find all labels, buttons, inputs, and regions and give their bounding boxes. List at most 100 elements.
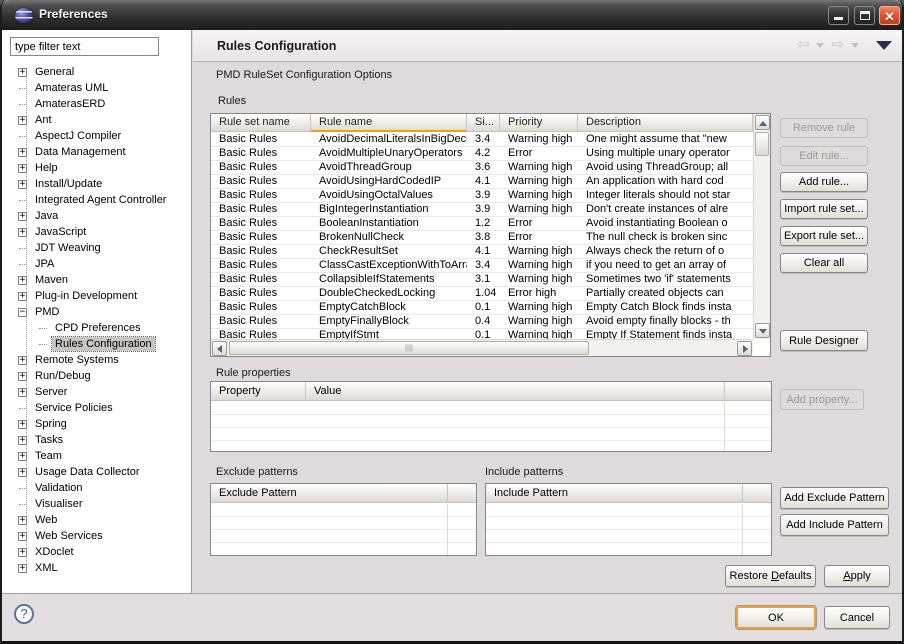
tree-item-aspectj-compiler[interactable]: AspectJ Compiler <box>6 128 188 144</box>
scroll-left-button[interactable] <box>212 341 227 356</box>
filter-input[interactable] <box>10 37 159 56</box>
tree-item-amateraserd[interactable]: AmaterasERD <box>6 96 188 112</box>
expand-icon[interactable]: + <box>18 356 27 365</box>
column-header-si-[interactable]: Si... <box>467 114 500 132</box>
expand-icon[interactable]: + <box>18 68 27 77</box>
rules-table[interactable]: Rule set nameRule nameSi...PriorityDescr… <box>210 113 771 357</box>
expand-icon[interactable]: + <box>18 468 27 477</box>
rule-row[interactable]: Basic RulesEmptyCatchBlock0.1Warning hig… <box>211 301 753 315</box>
tree-item-web-services[interactable]: +Web Services <box>6 528 188 544</box>
rule-properties-header[interactable]: Property Value <box>211 382 771 401</box>
tree-item-ant[interactable]: +Ant <box>6 112 188 128</box>
remove-rule-button[interactable]: Remove rule <box>780 118 868 138</box>
expand-icon[interactable]: + <box>18 228 27 237</box>
collapse-icon[interactable]: − <box>18 308 27 317</box>
back-dropdown-icon[interactable] <box>816 43 824 48</box>
tree-item-xdoclet[interactable]: +XDoclet <box>6 544 188 560</box>
include-patterns-header[interactable]: Include Pattern <box>486 484 771 503</box>
exclude-extra-column-header[interactable] <box>448 484 476 502</box>
tree-item-service-policies[interactable]: Service Policies <box>6 400 188 416</box>
tree-item-general[interactable]: +General <box>6 64 188 80</box>
rule-row[interactable]: Basic RulesEmptyFinallyBlock0.4Warning h… <box>211 315 753 329</box>
rule-row[interactable]: Basic RulesBigIntegerInstantiation3.9War… <box>211 203 753 217</box>
add-exclude-pattern-button[interactable]: Add Exclude Pattern <box>780 487 889 509</box>
column-header-rule-set-name[interactable]: Rule set name <box>211 114 311 132</box>
expand-icon[interactable]: + <box>18 532 27 541</box>
import-rule-set--button[interactable]: Import rule set... <box>780 199 868 219</box>
rule-row[interactable]: Basic RulesClassCastExceptionWithToArray… <box>211 259 753 273</box>
vertical-scroll-thumb[interactable] <box>755 132 769 156</box>
include-pattern-column-header[interactable]: Include Pattern <box>486 484 743 502</box>
expand-icon[interactable]: + <box>18 452 27 461</box>
add-include-pattern-button[interactable]: Add Include Pattern <box>780 514 889 536</box>
rule-row[interactable]: Basic RulesBrokenNullCheck3.8ErrorThe nu… <box>211 231 753 245</box>
rule-row[interactable]: Basic RulesAvoidDecimalLiteralsInBigDeci… <box>211 133 753 147</box>
horizontal-scroll-thumb[interactable] <box>229 341 589 355</box>
property-column-header[interactable]: Property <box>211 382 306 400</box>
tree-item-visualiser[interactable]: Visualiser <box>6 496 188 512</box>
rule-row[interactable]: Basic RulesCollapsibleIfStatements3.1War… <box>211 273 753 287</box>
extra-column-header[interactable] <box>725 382 771 400</box>
column-header-priority[interactable]: Priority <box>500 114 578 132</box>
tree-item-help[interactable]: +Help <box>6 160 188 176</box>
expand-icon[interactable]: + <box>18 372 27 381</box>
tree-item-cpd-preferences[interactable]: CPD Preferences <box>6 320 188 336</box>
exclude-patterns-header[interactable]: Exclude Pattern <box>211 484 476 503</box>
rule-row[interactable]: Basic RulesEmptyIfStmt0.1Warning highEmp… <box>211 329 753 339</box>
view-menu-icon[interactable] <box>876 41 892 50</box>
exclude-pattern-column-header[interactable]: Exclude Pattern <box>211 484 448 502</box>
expand-icon[interactable]: + <box>18 292 27 301</box>
ok-button[interactable]: OK <box>736 606 816 629</box>
scroll-up-button[interactable] <box>755 115 770 130</box>
expand-icon[interactable]: + <box>18 148 27 157</box>
tree-item-install-update[interactable]: +Install/Update <box>6 176 188 192</box>
tree-item-java[interactable]: +Java <box>6 208 188 224</box>
cancel-button[interactable]: Cancel <box>824 606 890 629</box>
rules-table-header[interactable]: Rule set nameRule nameSi...PriorityDescr… <box>211 114 753 132</box>
title-bar[interactable]: Preferences ✕ <box>2 0 902 30</box>
tree-item-validation[interactable]: Validation <box>6 480 188 496</box>
include-patterns-table[interactable]: Include Pattern <box>485 483 772 556</box>
add-property-button[interactable]: Add property... <box>780 389 864 410</box>
forward-dropdown-icon[interactable] <box>851 43 859 48</box>
expand-icon[interactable]: + <box>18 276 27 285</box>
column-header-description[interactable]: Description <box>578 114 753 132</box>
tree-item-tasks[interactable]: +Tasks <box>6 432 188 448</box>
expand-icon[interactable]: + <box>18 436 27 445</box>
tree-item-spring[interactable]: +Spring <box>6 416 188 432</box>
tree-item-web[interactable]: +Web <box>6 512 188 528</box>
tree-item-xml[interactable]: +XML <box>6 560 188 576</box>
horizontal-scrollbar[interactable] <box>211 339 753 356</box>
tree-item-remote-systems[interactable]: +Remote Systems <box>6 352 188 368</box>
expand-icon[interactable]: + <box>18 420 27 429</box>
scroll-down-button[interactable] <box>755 323 770 338</box>
tree-item-plug-in-development[interactable]: +Plug-in Development <box>6 288 188 304</box>
tree-item-data-management[interactable]: +Data Management <box>6 144 188 160</box>
tree-item-run-debug[interactable]: +Run/Debug <box>6 368 188 384</box>
rule-designer-button[interactable]: Rule Designer <box>780 330 868 351</box>
expand-icon[interactable]: + <box>18 564 27 573</box>
tree-item-usage-data-collector[interactable]: +Usage Data Collector <box>6 464 188 480</box>
tree-item-integrated-agent-controller[interactable]: Integrated Agent Controller <box>6 192 188 208</box>
edit-rule--button[interactable]: Edit rule... <box>780 146 868 166</box>
column-header-rule-name[interactable]: Rule name <box>311 114 467 132</box>
minimize-button[interactable] <box>828 6 849 25</box>
tree-item-team[interactable]: +Team <box>6 448 188 464</box>
expand-icon[interactable]: + <box>18 164 27 173</box>
rule-row[interactable]: Basic RulesBooleanInstantiation1.2ErrorA… <box>211 217 753 231</box>
vertical-scrollbar[interactable] <box>753 114 770 339</box>
maximize-button[interactable] <box>854 6 875 25</box>
rule-row[interactable]: Basic RulesAvoidMultipleUnaryOperators4.… <box>211 147 753 161</box>
clear-all-button[interactable]: Clear all <box>780 253 868 273</box>
expand-icon[interactable]: + <box>18 548 27 557</box>
rule-row[interactable]: Basic RulesDoubleCheckedLocking1.04Error… <box>211 287 753 301</box>
tree-item-jdt-weaving[interactable]: JDT Weaving <box>6 240 188 256</box>
restore-defaults-button[interactable]: Restore Defaults <box>725 565 816 587</box>
value-column-header[interactable]: Value <box>306 382 725 400</box>
expand-icon[interactable]: + <box>18 180 27 189</box>
include-extra-column-header[interactable] <box>743 484 771 502</box>
close-button[interactable]: ✕ <box>879 6 900 25</box>
tree-item-jpa[interactable]: JPA <box>6 256 188 272</box>
tree-item-pmd[interactable]: −PMD <box>6 304 188 320</box>
tree-item-maven[interactable]: +Maven <box>6 272 188 288</box>
